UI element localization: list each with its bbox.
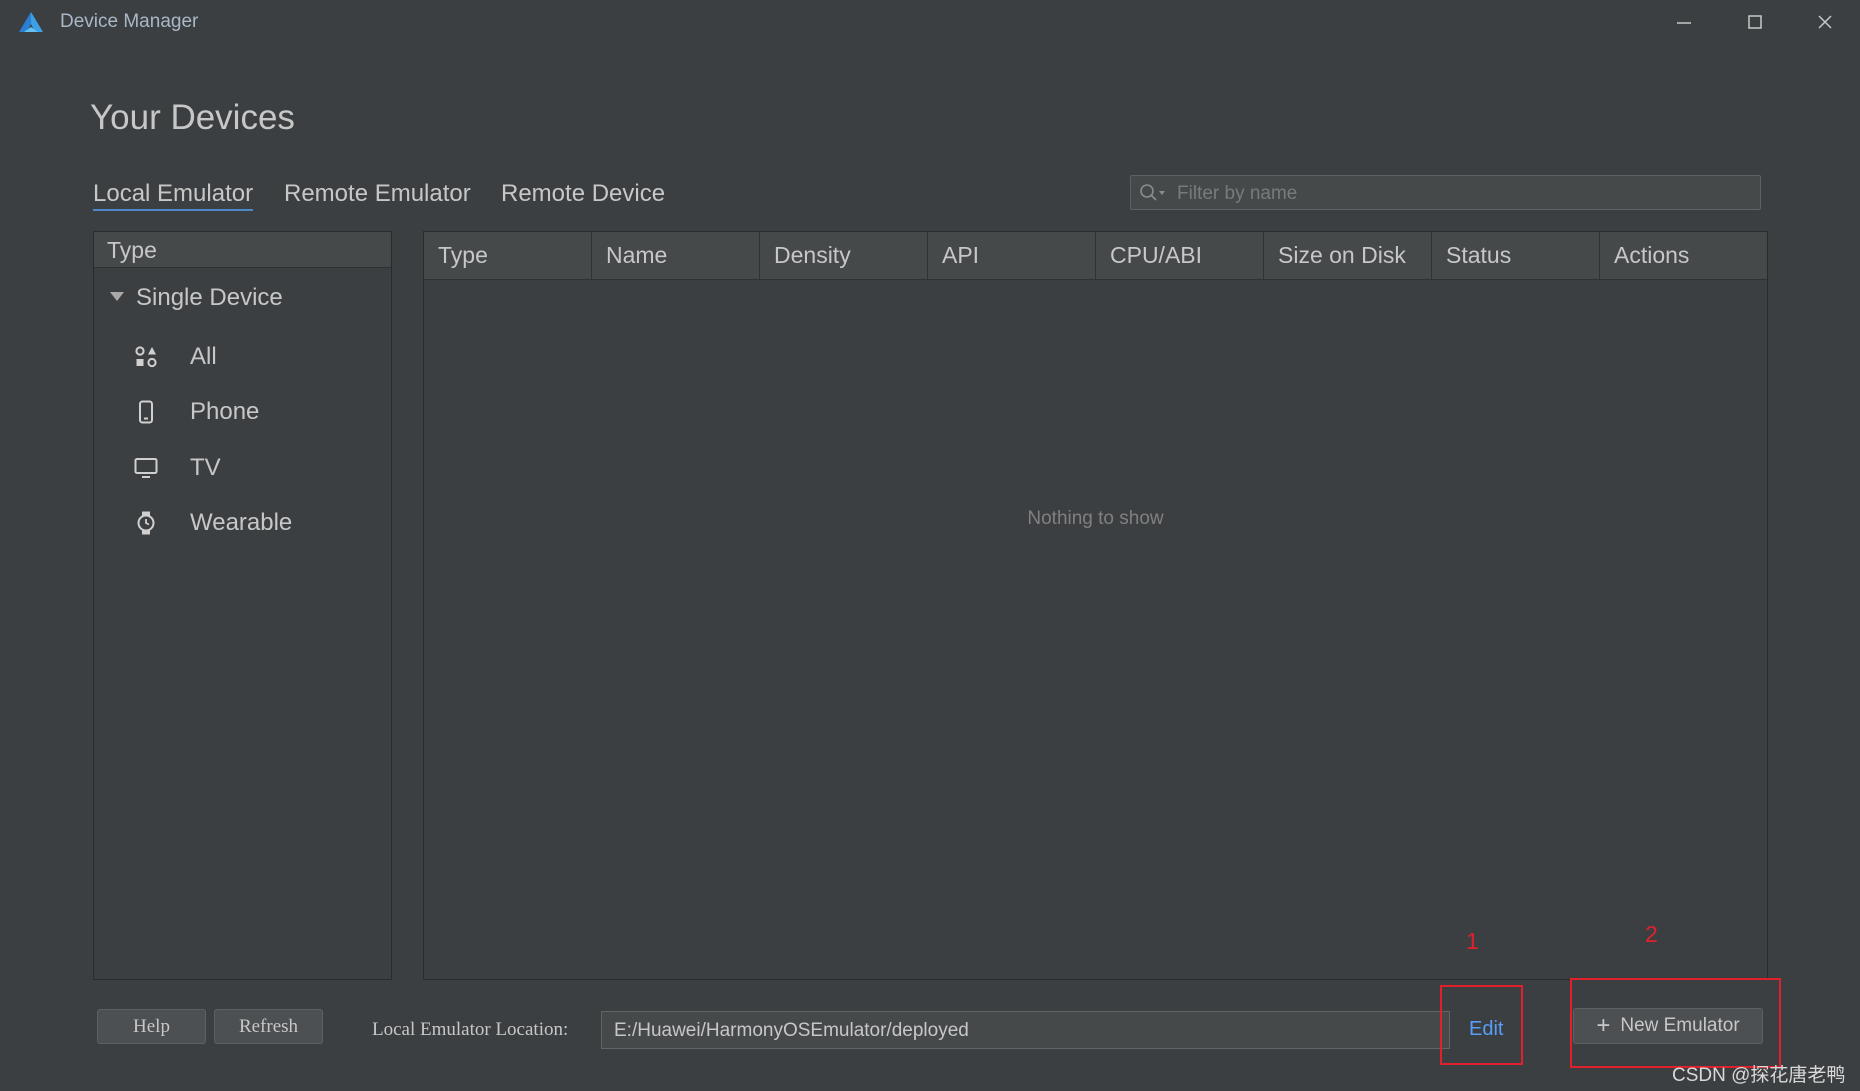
location-field[interactable] <box>601 1011 1450 1049</box>
location-label: Local Emulator Location: <box>372 1019 569 1040</box>
device-table: Type Name Density API CPU/ABI Size on Di… <box>423 231 1768 980</box>
column-header-api[interactable]: API <box>928 232 1096 279</box>
watch-icon <box>137 511 155 535</box>
refresh-button[interactable]: Refresh <box>214 1009 323 1044</box>
window-title: Device Manager <box>60 11 199 32</box>
maximize-icon <box>1748 15 1762 29</box>
tab-local-emulator[interactable]: Local Emulator <box>93 180 254 211</box>
minimize-icon <box>1677 22 1691 24</box>
close-icon <box>1818 15 1832 29</box>
app-logo-icon <box>19 12 43 32</box>
filter-input[interactable] <box>1175 180 1749 208</box>
type-panel-header: Type <box>94 232 391 268</box>
help-button[interactable]: Help <box>97 1009 206 1044</box>
table-header: Type Name Density API CPU/ABI Size on Di… <box>424 232 1767 280</box>
tree-item-tv[interactable]: TV <box>134 449 374 489</box>
tab-remote-device[interactable]: Remote Device <box>501 180 665 208</box>
type-panel: Type Single Device All Phone TV Wearable <box>93 231 392 980</box>
title-bar: Device Manager <box>0 0 1860 44</box>
column-header-cpu-abi[interactable]: CPU/ABI <box>1096 232 1264 279</box>
annotation-box-2 <box>1570 978 1781 1068</box>
tree-item-all[interactable]: All <box>134 338 374 378</box>
chevron-down-icon[interactable] <box>110 292 124 301</box>
tree-group-label: Single Device <box>136 284 283 311</box>
column-header-name[interactable]: Name <box>592 232 760 279</box>
close-button[interactable] <box>1803 6 1847 38</box>
column-header-size-on-disk[interactable]: Size on Disk <box>1264 232 1432 279</box>
column-header-type[interactable]: Type <box>424 232 592 279</box>
maximize-button[interactable] <box>1733 6 1777 38</box>
tree-group-single-device[interactable]: Single Device <box>110 284 283 312</box>
minimize-button[interactable] <box>1662 6 1706 38</box>
tree-item-label: All <box>190 343 217 370</box>
grid-shapes-icon <box>135 346 157 368</box>
tv-icon <box>134 458 158 478</box>
phone-icon <box>139 400 153 424</box>
filter-box[interactable] <box>1130 175 1761 210</box>
tree-item-label: TV <box>190 454 221 481</box>
tab-remote-emulator[interactable]: Remote Emulator <box>284 180 471 208</box>
search-icon[interactable] <box>1139 183 1167 203</box>
annotation-box-1 <box>1440 985 1523 1065</box>
column-header-density[interactable]: Density <box>760 232 928 279</box>
annotation-number-1: 1 <box>1466 928 1479 954</box>
column-header-actions[interactable]: Actions <box>1600 232 1767 279</box>
tree-item-label: Phone <box>190 398 260 425</box>
tree-item-wearable[interactable]: Wearable <box>134 504 374 544</box>
tree-item-label: Wearable <box>190 509 293 536</box>
location-input[interactable] <box>612 1018 1436 1044</box>
annotation-number-2: 2 <box>1645 921 1658 947</box>
column-header-status[interactable]: Status <box>1432 232 1600 279</box>
page-title: Your Devices <box>90 98 295 137</box>
empty-state-text: Nothing to show <box>1027 508 1164 529</box>
watermark: CSDN @探花唐老鸭 <box>1672 1065 1846 1086</box>
tree-item-phone[interactable]: Phone <box>134 393 374 433</box>
type-panel-header-label: Type <box>107 237 157 263</box>
